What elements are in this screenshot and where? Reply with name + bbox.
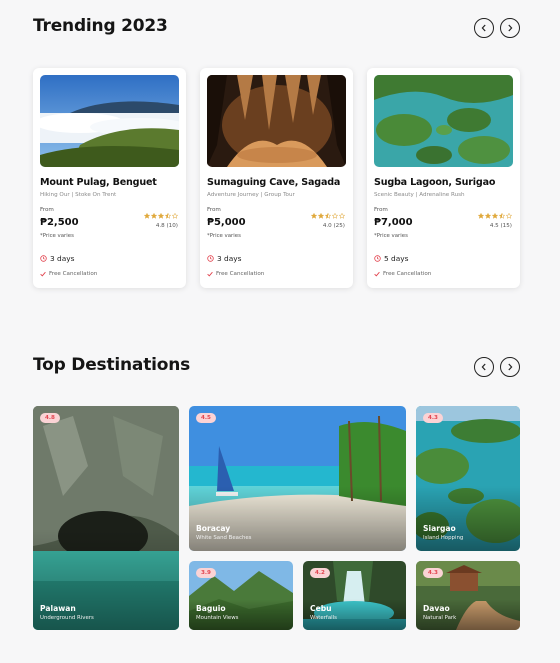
destination-tag: Island Hopping (423, 535, 464, 541)
card-rating: 4.0 (25) (322, 223, 345, 229)
star-icon (492, 213, 498, 219)
trending-title: Trending 2023 (33, 16, 168, 36)
card-cancel-label: Free Cancellation (383, 271, 432, 277)
star-icon (144, 213, 150, 219)
card-price-note: *Price varies (40, 233, 74, 239)
card-rating: 4.8 (10) (155, 223, 178, 229)
card-from-label: From (374, 207, 388, 213)
card-cancellation: Free Cancellation (374, 271, 431, 277)
card-cancel-label: Free Cancellation (49, 271, 98, 277)
destination-tag: Underground Rivers (40, 615, 94, 621)
card-days-label: 5 days (384, 254, 409, 263)
rating-badge: 4.8 (40, 413, 60, 423)
star-rating (144, 213, 178, 219)
card-price-note: *Price varies (207, 233, 241, 239)
star-icon (158, 213, 164, 219)
card-subtitle: Adventure Journey | Group Tour (207, 192, 295, 198)
destination-name: Cebu (310, 604, 332, 613)
clock-icon (374, 255, 381, 262)
star-icon (332, 213, 338, 219)
card-image-sugba-lagoon (374, 75, 513, 167)
card-image-sumaguing-cave (207, 75, 346, 167)
destination-tag: White Sand Beaches (196, 535, 252, 541)
star-icon (318, 213, 324, 219)
trending-card-mount-pulag[interactable]: Mount Pulag, Benguet Hiking Our | Stoke … (33, 68, 186, 288)
star-rating (311, 213, 345, 219)
check-icon (207, 271, 213, 277)
card-title: Sugba Lagoon, Surigao (374, 177, 496, 188)
card-title: Mount Pulag, Benguet (40, 177, 157, 188)
destination-cebu[interactable]: 4.2 Cebu Waterfalls (303, 561, 406, 630)
star-rating (478, 213, 512, 219)
card-cancel-label: Free Cancellation (216, 271, 265, 277)
check-icon (40, 271, 46, 277)
star-icon (506, 213, 512, 219)
rating-badge: 4.3 (423, 568, 443, 578)
star-icon (485, 213, 491, 219)
card-duration: 3 days (40, 254, 75, 263)
destination-siargao[interactable]: 4.3 Siargao Island Hopping (416, 406, 520, 551)
trending-card-sumaguing-cave[interactable]: Sumaguing Cave, Sagada Adventure Journey… (200, 68, 353, 288)
star-icon (325, 213, 331, 219)
star-icon (311, 213, 317, 219)
card-price: ₱7,000 (374, 217, 413, 228)
card-subtitle: Hiking Our | Stoke On Trent (40, 192, 117, 198)
trending-card-sugba-lagoon[interactable]: Sugba Lagoon, Surigao Scenic Beauty | Ad… (367, 68, 520, 288)
card-from-label: From (207, 207, 221, 213)
destinations-prev-button[interactable] (474, 357, 494, 377)
star-icon (165, 213, 171, 219)
destination-palawan[interactable]: 4.8 Palawan Underground Rivers (33, 406, 179, 630)
chevron-right-icon (508, 363, 513, 371)
card-days-label: 3 days (50, 254, 75, 263)
clock-icon (40, 255, 47, 262)
card-price: ₱5,000 (207, 217, 246, 228)
card-duration: 5 days (374, 254, 409, 263)
rating-badge: 4.2 (310, 568, 330, 578)
destinations-next-button[interactable] (500, 357, 520, 377)
destination-tag: Mountain Views (196, 615, 239, 621)
card-subtitle: Scenic Beauty | Adrenaline Rush (374, 192, 465, 198)
star-icon (499, 213, 505, 219)
card-duration: 3 days (207, 254, 242, 263)
trending-next-button[interactable] (500, 18, 520, 38)
card-cancellation: Free Cancellation (40, 271, 97, 277)
destination-name: Baguio (196, 604, 226, 613)
chevron-left-icon (481, 24, 486, 32)
star-icon (339, 213, 345, 219)
card-cancellation: Free Cancellation (207, 271, 264, 277)
destination-tag: Natural Park (423, 615, 457, 621)
rating-badge: 3.9 (196, 568, 216, 578)
card-price-note: *Price varies (374, 233, 408, 239)
destination-tag: Waterfalls (310, 615, 337, 621)
card-rating: 4.5 (15) (489, 223, 512, 229)
destination-davao[interactable]: 4.3 Davao Natural Park (416, 561, 520, 630)
rating-badge: 4.5 (196, 413, 216, 423)
rating-badge: 4.3 (423, 413, 443, 423)
trending-prev-button[interactable] (474, 18, 494, 38)
destinations-title: Top Destinations (33, 355, 191, 375)
destination-name: Boracay (196, 524, 231, 533)
destination-boracay[interactable]: 4.5 Boracay White Sand Beaches (189, 406, 406, 551)
star-icon (151, 213, 157, 219)
check-icon (374, 271, 380, 277)
star-icon (478, 213, 484, 219)
destination-baguio[interactable]: 3.9 Baguio Mountain Views (189, 561, 293, 630)
card-title: Sumaguing Cave, Sagada (207, 177, 341, 188)
destination-name: Davao (423, 604, 450, 613)
card-days-label: 3 days (217, 254, 242, 263)
clock-icon (207, 255, 214, 262)
destination-name: Palawan (40, 604, 76, 613)
chevron-right-icon (508, 24, 513, 32)
card-from-label: From (40, 207, 54, 213)
chevron-left-icon (481, 363, 486, 371)
destination-name: Siargao (423, 524, 456, 533)
star-icon (172, 213, 178, 219)
card-price: ₱2,500 (40, 217, 79, 228)
card-image-mount-pulag (40, 75, 179, 167)
